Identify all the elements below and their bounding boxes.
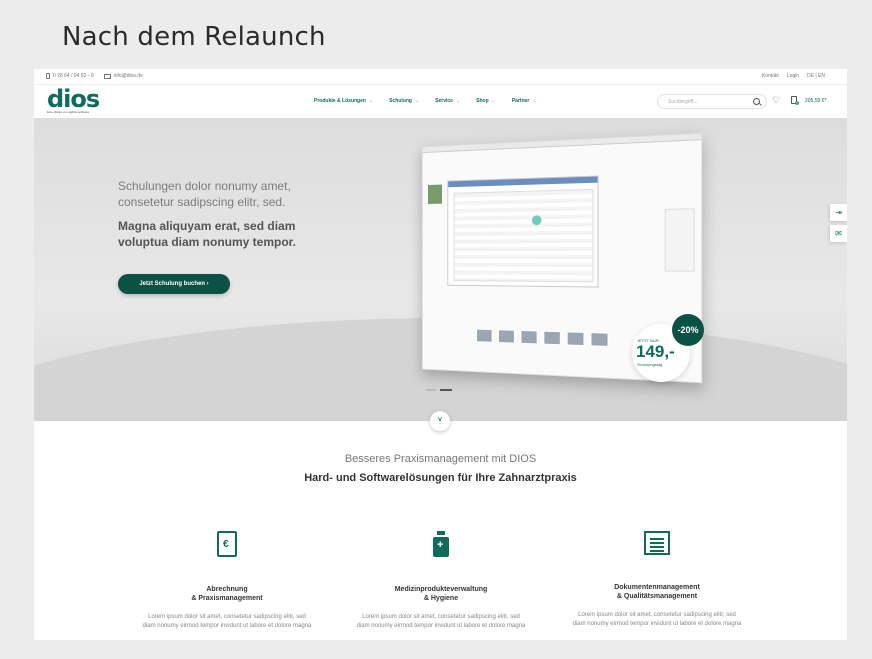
language-switch[interactable]: DE | EN [807, 73, 825, 79]
nav-item-produkte[interactable]: Produkte & Lösungen ⌄ [314, 98, 373, 104]
euro-document-icon: € [217, 531, 237, 557]
chevron-down-icon: ⌄ [532, 98, 537, 104]
scroll-down-button[interactable]: ˅ [430, 411, 450, 431]
email-contact[interactable]: info@dios.de [103, 73, 143, 79]
chevron-down-icon: ⌄ [491, 98, 496, 104]
feature-text: Lorem ipsum dolor sit amet, consetetur s… [572, 612, 742, 627]
feature-text: Lorem ipsum dolor sit amet, consetetur s… [356, 614, 526, 629]
feature-text: Lorem ipsum dolor sit amet, consetetur s… [142, 614, 312, 629]
heart-icon[interactable]: ♡ [772, 96, 780, 105]
discount-badge: -20% [672, 314, 704, 346]
topbar: 0 28 64 / 94 92 - 0 info@dios.de Kontakt… [34, 69, 847, 84]
hero-title: Magna aliquyam erat, sed diam voluptua d… [118, 219, 297, 249]
slider-dot[interactable] [426, 389, 436, 391]
mail-side-icon[interactable]: ✉ [830, 225, 847, 242]
feature-medizinprodukte[interactable]: + Medizinprodukteverwaltung & Hygiene Lo… [356, 531, 526, 631]
cart-icon[interactable] [791, 96, 799, 105]
cart-total[interactable]: 205,59 €* [805, 98, 826, 104]
mail-icon [103, 73, 111, 79]
section-title: Hard- und Softwarelösungen für Ihre Zahn… [304, 472, 577, 484]
login-link[interactable]: Login [787, 73, 799, 79]
nav-item-shop[interactable]: Shop ⌄ [476, 98, 496, 104]
slider-dot-active[interactable] [440, 389, 452, 391]
section-subtitle: Besseres Praxismanagement mit DIOS [344, 453, 537, 465]
main-nav: Produkte & Lösungen ⌄ Schulung ⌄ Service ⌄ … [314, 98, 537, 104]
search-input[interactable]: Suchbegriff... [657, 94, 767, 109]
nav-item-service[interactable]: Service ⌄ [435, 98, 460, 104]
cart-badge [795, 101, 799, 105]
feature-dokumentenmanagement[interactable]: Dokumentenmanagement & Qualitätsmanageme… [572, 531, 742, 629]
chevron-down-icon: ˅ [437, 417, 443, 424]
hero-slider: Schulungen dolor nonumy amet, consetetur… [34, 118, 847, 421]
feature-title: Dokumentenmanagement & Qualitätsmanageme… [614, 584, 700, 600]
document-stack-icon [644, 531, 670, 555]
feature-title: Abrechnung & Praxismanagement [191, 586, 263, 602]
login-side-icon[interactable]: ⇥ [830, 204, 847, 221]
chevron-down-icon: ⌄ [414, 98, 420, 104]
website-screenshot: 0 28 64 / 94 92 - 0 info@dios.de Kontakt… [34, 69, 847, 640]
phone-icon [46, 73, 50, 79]
chevron-down-icon: ⌄ [455, 98, 461, 104]
slide-title: Nach dem Relaunch [62, 22, 326, 52]
book-training-button[interactable]: Jetzt Schulung buchen › [118, 274, 230, 294]
logo[interactable]: dios Eine Marke von agilitis software [47, 87, 100, 114]
chevron-down-icon: ⌄ [368, 98, 374, 104]
nav-item-partner[interactable]: Partner ⌄ [512, 98, 537, 104]
search-icon[interactable] [753, 98, 760, 105]
medicine-bottle-icon: + [433, 531, 449, 557]
slider-pagination [426, 389, 452, 391]
phone-contact[interactable]: 0 28 64 / 94 92 - 0 [46, 73, 94, 79]
feature-abrechnung[interactable]: € Abrechnung & Praxismanagement Lorem ip… [142, 531, 312, 631]
contact-link[interactable]: Kontakt [762, 73, 779, 79]
header: dios Eine Marke von agilitis software Pr… [34, 84, 847, 118]
nav-item-schulung[interactable]: Schulung ⌄ [389, 98, 419, 104]
hero-subtitle: Schulungen dolor nonumy amet, consetetur… [118, 179, 291, 209]
feature-title: Medizinprodukteverwaltung & Hygiene [394, 586, 488, 602]
